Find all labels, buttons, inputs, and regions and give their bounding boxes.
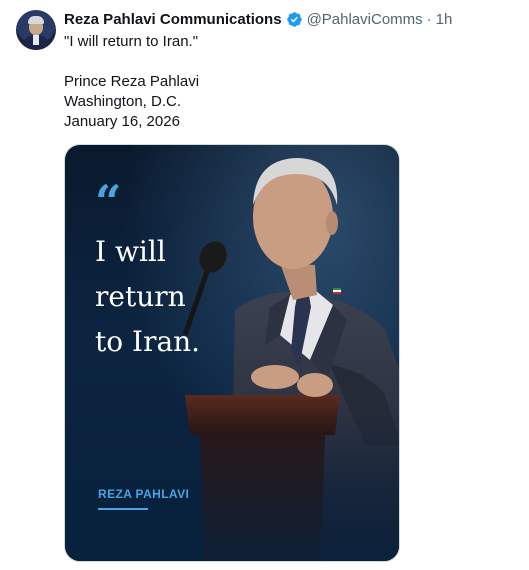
signature-name: Prince Reza Pahlavi xyxy=(64,73,200,90)
quote-line: return xyxy=(95,280,186,313)
image-signature: REZA PAHLAVI xyxy=(98,487,190,501)
separator-dot: · xyxy=(426,10,432,28)
quote-line: I will xyxy=(95,235,166,268)
tweet-text: "I will return to Iran." Prince Reza Pah… xyxy=(64,32,504,132)
signature-date: January 16, 2026 xyxy=(64,113,180,130)
tweet-header: Reza Pahlavi Communications @PahlaviComm… xyxy=(64,9,452,29)
verified-badge-icon[interactable] xyxy=(286,11,303,28)
quote-mark-icon: “ xyxy=(95,175,122,229)
signature-underline xyxy=(98,508,148,510)
avatar-shirt xyxy=(33,35,39,45)
tweet-image[interactable]: “ I will return to Iran. REZA PAHLAVI xyxy=(64,144,400,562)
timestamp[interactable]: 1h xyxy=(436,11,453,28)
quote-line: to Iran. xyxy=(95,325,201,358)
tweet-quote-line: "I will return to Iran." xyxy=(64,33,199,50)
display-name[interactable]: Reza Pahlavi Communications xyxy=(64,11,282,28)
avatar[interactable] xyxy=(16,10,56,50)
signature-location: Washington, D.C. xyxy=(64,93,181,110)
avatar-hair xyxy=(28,16,44,24)
handle[interactable]: @PahlaviComms xyxy=(307,11,423,28)
quote-text: I will return to Iran. xyxy=(95,229,265,364)
